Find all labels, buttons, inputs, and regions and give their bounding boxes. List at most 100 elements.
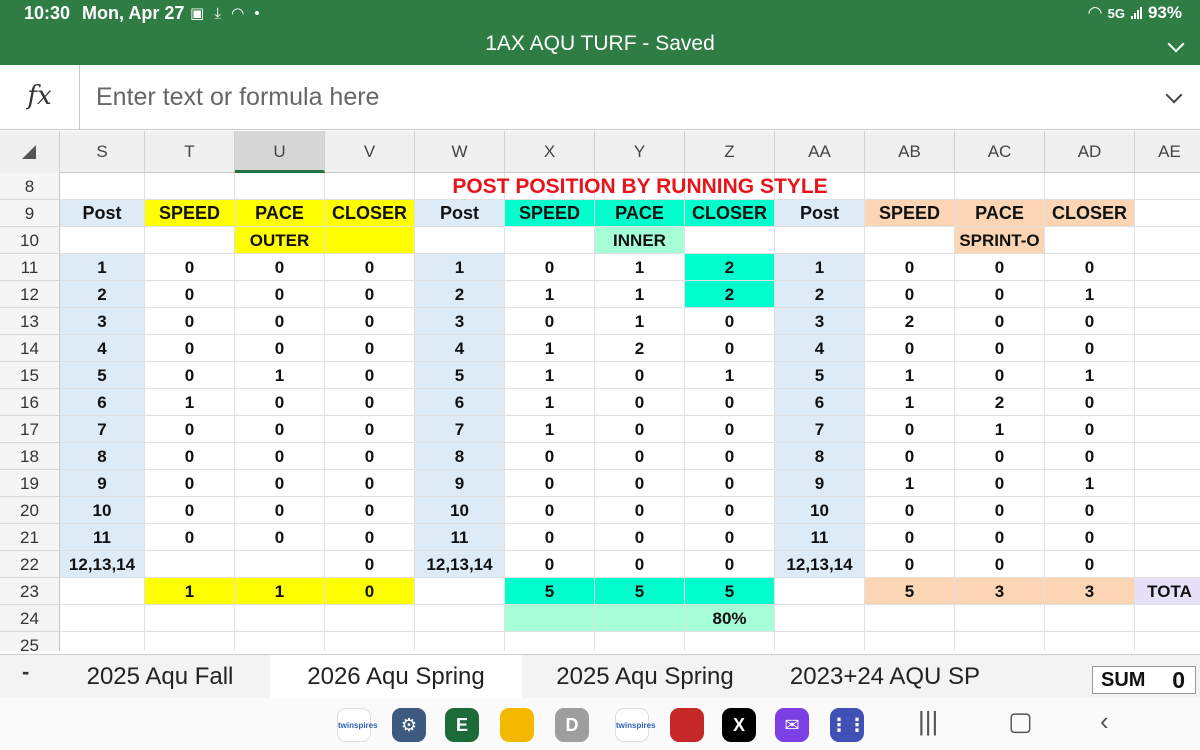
excel-app-icon[interactable]: E [445,708,479,742]
column-header-ad[interactable]: AD [1045,131,1135,173]
cell[interactable]: 0 [955,308,1045,335]
cell[interactable]: 0 [505,497,595,524]
cell[interactable] [775,632,865,651]
cell[interactable]: 1 [595,308,685,335]
cell[interactable]: 0 [325,443,415,470]
settings-app-icon[interactable]: ⚙ [392,708,426,742]
cell[interactable]: 5 [415,362,505,389]
cell[interactable]: 0 [325,470,415,497]
cell[interactable] [1135,281,1200,308]
cell[interactable] [1135,470,1200,497]
cell[interactable] [1135,389,1200,416]
cell[interactable] [235,551,325,578]
cell[interactable]: 9 [775,470,865,497]
row-header[interactable]: 13 [0,308,60,335]
column-header-z[interactable]: Z [685,131,775,173]
cell[interactable]: 1 [505,362,595,389]
cell[interactable]: 0 [955,551,1045,578]
cell[interactable]: 0 [1045,443,1135,470]
cell[interactable]: 1 [145,389,235,416]
cell[interactable]: 0 [145,497,235,524]
cell[interactable]: 0 [595,497,685,524]
cell[interactable]: SPEED [865,200,955,227]
cell[interactable]: 0 [865,335,955,362]
cell[interactable]: 0 [685,443,775,470]
cell[interactable]: 12,13,14 [60,551,145,578]
cell[interactable] [1135,227,1200,254]
sheet-tab[interactable]: 2023+24 AQU SP [770,655,1000,699]
row-header[interactable]: 9 [0,200,60,227]
cell[interactable]: 0 [325,497,415,524]
cell[interactable]: 0 [595,524,685,551]
cell[interactable] [325,605,415,632]
column-header-s[interactable]: S [60,131,145,173]
cell[interactable]: 0 [325,389,415,416]
cell[interactable]: 0 [955,362,1045,389]
cell[interactable] [1135,497,1200,524]
cell[interactable]: 11 [60,524,145,551]
cell[interactable]: 6 [415,389,505,416]
cell[interactable]: 0 [595,443,685,470]
cell[interactable] [145,173,235,200]
cell[interactable]: 0 [505,551,595,578]
cell[interactable]: 0 [325,254,415,281]
cell[interactable] [1135,443,1200,470]
cell[interactable]: 80% [685,605,775,632]
cell[interactable]: 1 [505,281,595,308]
mail-app-icon[interactable]: ✉ [775,708,809,742]
cell[interactable]: 6 [60,389,145,416]
cell[interactable]: 2 [865,308,955,335]
cell[interactable]: 0 [325,362,415,389]
cell[interactable] [685,632,775,651]
cell[interactable]: 0 [685,497,775,524]
chrome-d-app-icon[interactable]: D [555,708,589,742]
column-header-ae[interactable]: AE [1135,131,1200,173]
cell[interactable]: Post [415,200,505,227]
cell[interactable]: 0 [865,254,955,281]
cell[interactable]: 0 [865,281,955,308]
cell[interactable]: 1 [505,416,595,443]
cell[interactable] [865,605,955,632]
row-header[interactable]: 14 [0,335,60,362]
cell[interactable]: 0 [865,551,955,578]
cell[interactable]: 1 [235,362,325,389]
cell[interactable]: 8 [60,443,145,470]
cell[interactable]: SPEED [505,200,595,227]
cell[interactable]: 0 [1045,551,1135,578]
status-sum[interactable]: SUM 0 [1092,666,1196,694]
cell[interactable]: 5 [60,362,145,389]
cell[interactable] [145,227,235,254]
row-header[interactable]: 16 [0,389,60,416]
cell[interactable] [1135,362,1200,389]
cell[interactable] [60,173,145,200]
cell[interactable] [60,632,145,651]
cell[interactable] [505,605,595,632]
cell[interactable] [1135,173,1200,200]
cell[interactable]: 1 [775,254,865,281]
cell[interactable] [235,632,325,651]
cell[interactable]: CLOSER [325,200,415,227]
cell[interactable] [415,605,505,632]
cell[interactable] [325,227,415,254]
cell[interactable]: 1 [505,335,595,362]
cell[interactable]: 0 [145,524,235,551]
cell[interactable]: 0 [955,281,1045,308]
cell[interactable]: 5 [865,578,955,605]
cell[interactable]: 12,13,14 [415,551,505,578]
cell[interactable] [865,227,955,254]
cell[interactable]: 2 [955,389,1045,416]
fx-icon[interactable]: fx [0,65,80,130]
cell[interactable]: TOTA [1135,578,1200,605]
cell[interactable]: 0 [325,281,415,308]
row-header[interactable]: 24 [0,605,60,632]
row-header[interactable]: 21 [0,524,60,551]
cell[interactable]: 0 [865,497,955,524]
cell[interactable]: 3 [60,308,145,335]
cell[interactable]: 4 [60,335,145,362]
cell[interactable]: 0 [865,416,955,443]
column-header-ac[interactable]: AC [955,131,1045,173]
column-header-x[interactable]: X [505,131,595,173]
cell[interactable]: 0 [955,254,1045,281]
cell[interactable]: Post [60,200,145,227]
cell[interactable]: 0 [595,362,685,389]
